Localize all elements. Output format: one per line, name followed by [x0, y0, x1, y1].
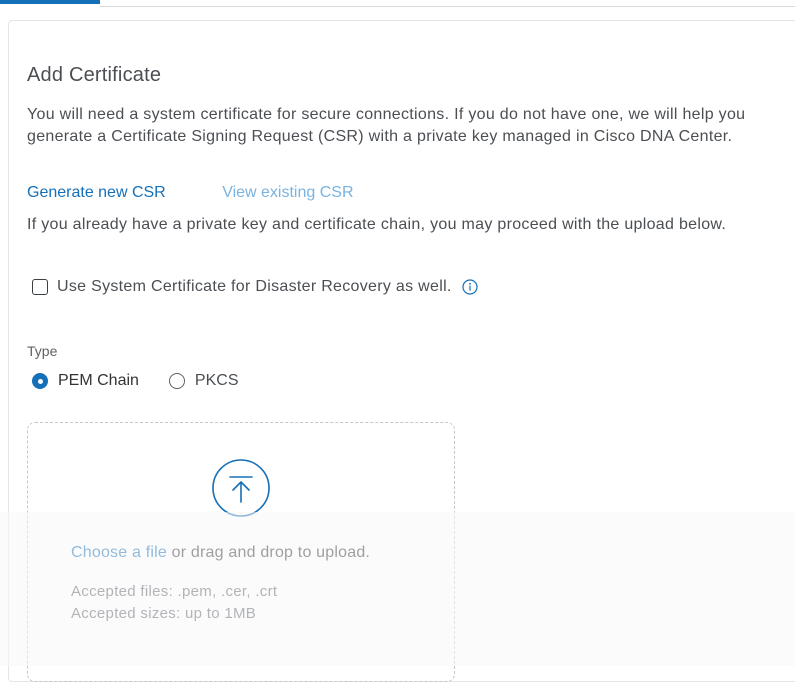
- drag-drop-text: or drag and drop to upload.: [167, 544, 371, 561]
- tab-divider: [100, 6, 795, 7]
- upload-note-text: If you already have a private key and ce…: [27, 216, 727, 233]
- type-label: Type: [27, 343, 58, 359]
- radio-pem-chain[interactable]: PEM Chain: [32, 372, 139, 390]
- choose-file-link[interactable]: Choose a file: [71, 544, 167, 561]
- radio-pkcs-label: PKCS: [194, 372, 239, 389]
- disaster-recovery-label: Use System Certificate for Disaster Reco…: [57, 278, 452, 295]
- radio-pkcs[interactable]: PKCS: [168, 372, 239, 390]
- disaster-recovery-row: Use System Certificate for Disaster Reco…: [32, 278, 478, 296]
- disaster-recovery-checkbox[interactable]: [32, 279, 48, 295]
- info-icon[interactable]: [462, 279, 478, 295]
- page-title: Add Certificate: [27, 64, 162, 86]
- csr-links: Generate new CSR View existing CSR: [27, 183, 354, 203]
- generate-csr-link[interactable]: Generate new CSR: [27, 184, 166, 201]
- type-radio-group: PEM Chain PKCS: [32, 372, 239, 390]
- intro-text: You will need a system certificate for s…: [27, 106, 746, 145]
- choose-file-line: Choose a file or drag and drop to upload…: [71, 544, 370, 562]
- upload-arrow-icon[interactable]: [211, 458, 271, 518]
- radio-pem-chain-label: PEM Chain: [58, 372, 139, 389]
- view-csr-link[interactable]: View existing CSR: [222, 184, 353, 201]
- accepted-files-text: Accepted files: .pem, .cer, .crt: [71, 583, 278, 600]
- radio-pkcs-control[interactable]: [168, 373, 185, 389]
- accepted-sizes-text: Accepted sizes: up to 1MB: [71, 605, 257, 622]
- active-tab-indicator: [0, 0, 100, 4]
- radio-pem-chain-control[interactable]: [32, 373, 48, 389]
